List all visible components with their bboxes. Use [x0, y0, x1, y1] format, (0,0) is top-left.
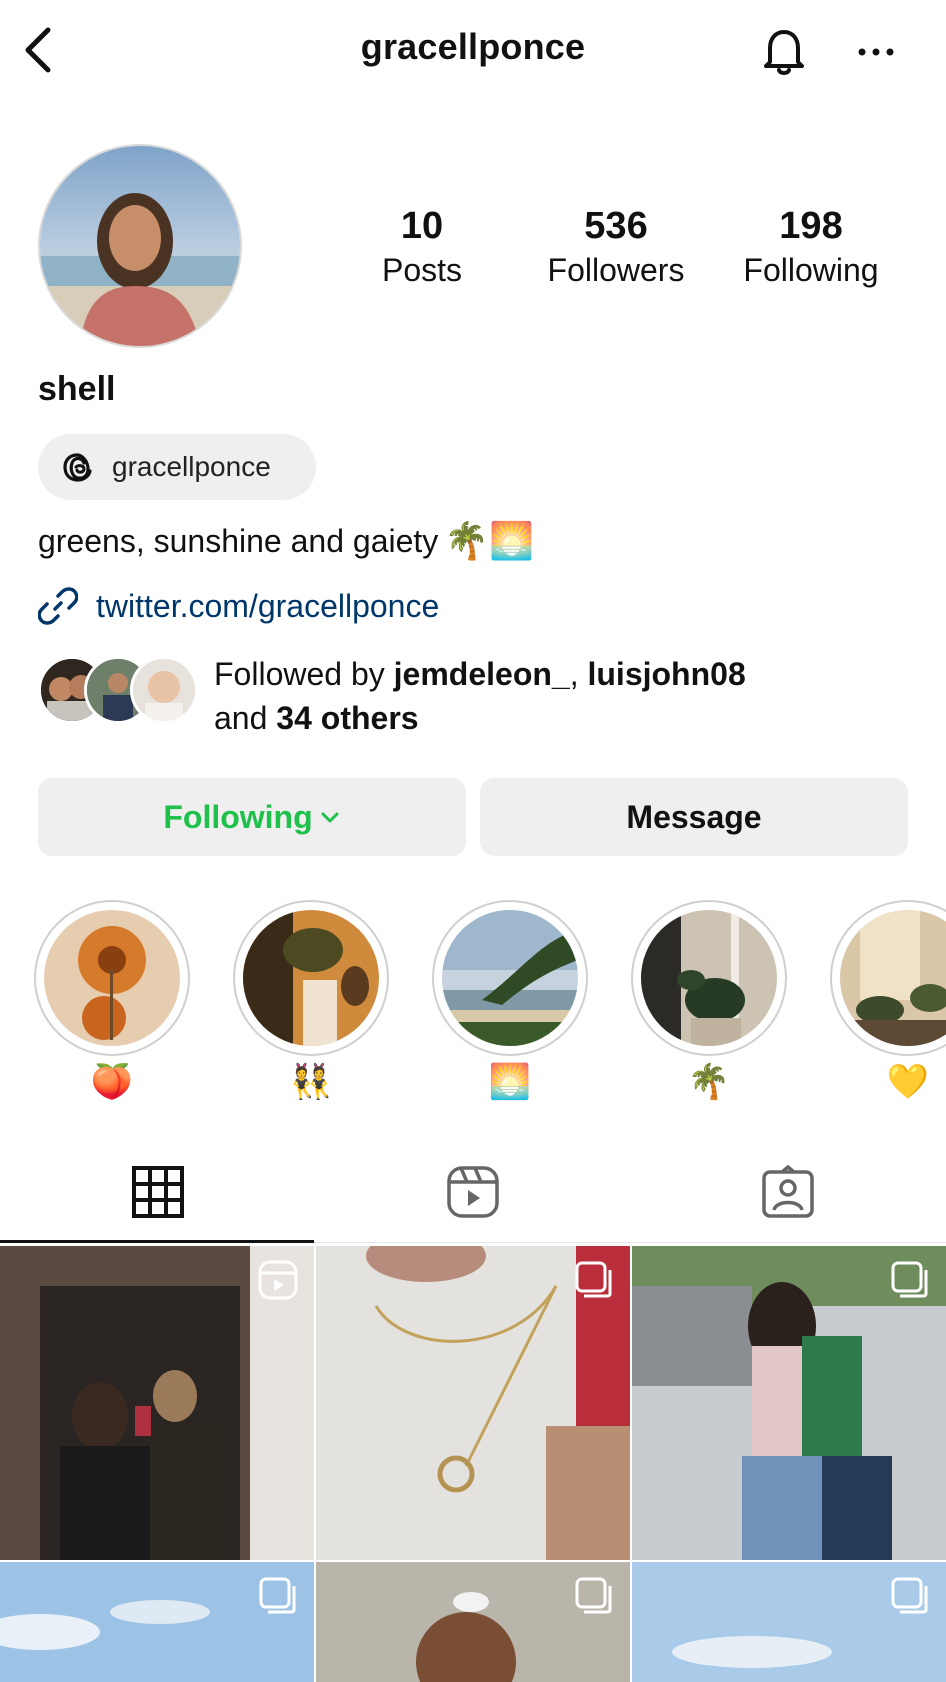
stat-following[interactable]: 198 Following [731, 202, 891, 290]
mutual-others[interactable]: 34 others [276, 700, 418, 736]
followed-by-separator: , [569, 656, 588, 692]
post-tile[interactable] [632, 1246, 946, 1560]
carousel-icon [259, 1577, 296, 1614]
carousel-icon [891, 1261, 928, 1298]
reels-icon [258, 1260, 298, 1300]
highlight-label: 💛 [886, 1063, 930, 1101]
reels-icon[interactable] [445, 1164, 501, 1220]
display-name: shell [38, 370, 116, 408]
followers-count: 536 [584, 205, 648, 247]
tagged-icon[interactable] [760, 1164, 816, 1220]
profile-avatar[interactable] [38, 144, 242, 348]
avatar [130, 656, 198, 724]
bio-text: greens, sunshine and gaiety 🌴🌅 [38, 520, 534, 562]
stat-followers[interactable]: 536 Followers [536, 202, 696, 290]
highlight-label: 🍑 [90, 1063, 134, 1101]
post-tile[interactable] [0, 1562, 314, 1682]
bio-body: greens, sunshine and gaiety [38, 522, 439, 559]
post-tile[interactable] [316, 1562, 630, 1682]
followed-by-prefix: Followed by [214, 656, 394, 692]
mutual-user-1[interactable]: jemdeleon_ [394, 656, 570, 692]
story-highlight[interactable] [432, 900, 588, 1056]
bio-emojis: 🌴🌅 [444, 520, 534, 561]
grid-icon[interactable] [130, 1164, 186, 1220]
carousel-icon [575, 1261, 612, 1298]
highlight-label: 👯 [289, 1063, 333, 1101]
followed-by-text[interactable]: Followed by jemdeleon_, luisjohn08 and 3… [214, 652, 746, 740]
posts-count: 10 [400, 205, 444, 247]
following-button-label: Following [163, 798, 313, 835]
bio-link-text: twitter.com/gracellponce [96, 587, 440, 624]
more-options-icon[interactable] [854, 30, 898, 74]
post-tile[interactable] [0, 1246, 314, 1560]
carousel-icon [575, 1577, 612, 1614]
post-tile[interactable] [632, 1562, 946, 1682]
story-highlight[interactable] [34, 900, 190, 1056]
story-highlight[interactable] [631, 900, 787, 1056]
followed-by-and: and [214, 700, 277, 736]
posts-label: Posts [381, 252, 463, 288]
mutual-user-2[interactable]: luisjohn08 [587, 656, 745, 692]
stat-posts[interactable]: 10 Posts [342, 202, 502, 290]
story-highlight[interactable] [830, 900, 946, 1056]
link-icon [38, 587, 78, 625]
threads-icon [63, 453, 92, 482]
following-label: Following [743, 252, 879, 288]
followers-label: Followers [547, 252, 685, 288]
post-tile[interactable] [316, 1246, 630, 1560]
following-button[interactable]: Following [38, 778, 466, 856]
carousel-icon [891, 1577, 928, 1614]
following-count: 198 [779, 205, 843, 247]
notification-bell-icon[interactable] [756, 22, 812, 78]
highlight-label: 🌅 [488, 1063, 532, 1101]
story-highlight[interactable] [233, 900, 389, 1056]
message-button[interactable]: Message [480, 778, 908, 856]
message-button-label: Message [626, 798, 762, 835]
bio-link[interactable]: twitter.com/gracellponce [38, 586, 439, 626]
highlight-label: 🌴 [687, 1063, 731, 1101]
chevron-down-icon [321, 812, 339, 823]
active-tab-indicator [0, 1240, 314, 1243]
threads-handle: gracellponce [112, 451, 271, 482]
threads-profile-link[interactable]: gracellponce [38, 434, 316, 500]
